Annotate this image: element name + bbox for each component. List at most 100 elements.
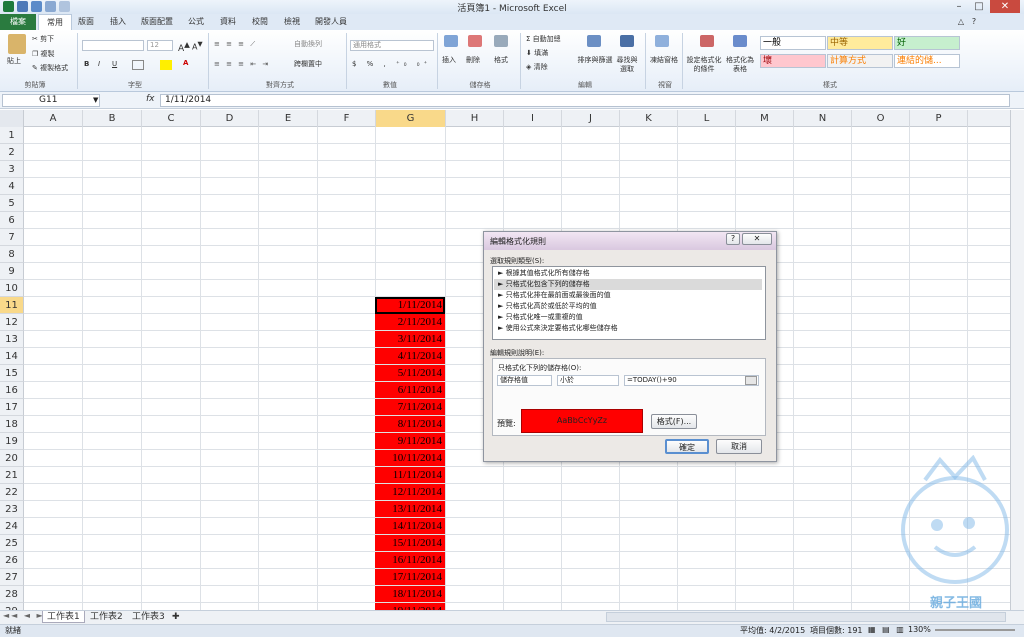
row-header-4[interactable]: 4 [0,178,24,195]
cell-g16[interactable]: 6/11/2014 [375,382,445,399]
tab-review[interactable]: 校閱 [250,14,270,30]
dialog-help-button[interactable]: ? [726,233,740,245]
help-icon[interactable]: ? [968,14,980,30]
row-header-10[interactable]: 10 [0,280,24,297]
select-all-corner[interactable] [0,110,24,127]
row-header-16[interactable]: 16 [0,382,24,399]
name-box[interactable]: G11 [2,94,100,107]
cell-g13[interactable]: 3/11/2014 [375,331,445,348]
font-color-icon[interactable]: A [183,59,188,68]
row-header-9[interactable]: 9 [0,263,24,280]
row-header-15[interactable]: 15 [0,365,24,382]
format-button[interactable]: 格式(F)... [651,414,697,429]
row-header-19[interactable]: 19 [0,433,24,450]
cell-g25[interactable]: 15/11/2014 [375,535,445,552]
column-header-a[interactable]: A [24,110,83,127]
delete-cells-icon[interactable] [468,35,482,47]
tab-layout[interactable]: 版面 [76,14,96,30]
column-header-e[interactable]: E [259,110,318,127]
copy-button[interactable]: ❐ 複製 [32,50,55,59]
column-header-c[interactable]: C [142,110,201,127]
font-size-combo[interactable]: 12 [147,40,173,51]
freeze-panes-icon[interactable] [655,35,669,47]
tab-file[interactable]: 檔案 [0,14,36,30]
ok-button[interactable]: 確定 [665,439,709,454]
wrap-text-button[interactable]: 自動換列 [294,40,322,49]
tab-view[interactable]: 檢視 [282,14,302,30]
cell-g28[interactable]: 18/11/2014 [375,586,445,603]
cell-g23[interactable]: 13/11/2014 [375,501,445,518]
tab-developer[interactable]: 開發人員 [314,14,348,30]
row-header-6[interactable]: 6 [0,212,24,229]
style-bad[interactable]: 壞 [760,54,826,68]
column-header-o[interactable]: O [852,110,910,127]
paste-button[interactable]: 貼上 [7,57,21,66]
row-header-20[interactable]: 20 [0,450,24,467]
row-header-24[interactable]: 24 [0,518,24,535]
grow-font-icon[interactable]: A▲ [178,40,190,54]
border-icon[interactable] [132,60,144,70]
row-header-1[interactable]: 1 [0,127,24,144]
insert-cells-icon[interactable] [444,35,458,47]
tab-data[interactable]: 資料 [218,14,238,30]
column-header-n[interactable]: N [794,110,852,127]
row-header-23[interactable]: 23 [0,501,24,518]
cell-g18[interactable]: 8/11/2014 [375,416,445,433]
style-linked-cell[interactable]: 連結的儲... [894,54,960,68]
dialog-close-icon[interactable]: ✕ [742,233,772,245]
tab-page-layout[interactable]: 版面配置 [140,14,174,30]
row-header-26[interactable]: 26 [0,552,24,569]
format-as-table-button[interactable]: 格式化為表格 [724,56,756,74]
maximize-icon[interactable]: □ [970,0,988,13]
find-select-button[interactable]: 尋找與選取 [614,56,640,74]
row-header-5[interactable]: 5 [0,195,24,212]
rule-type-item[interactable]: ► 只格式化高於或低於平均的值 [494,301,762,312]
rule-type-item[interactable]: ► 只格式化唯一或重複的值 [494,312,762,323]
cell-g12[interactable]: 2/11/2014 [375,314,445,331]
close-icon[interactable]: ✕ [990,0,1020,13]
italic-icon[interactable]: I [98,60,100,69]
row-header-25[interactable]: 25 [0,535,24,552]
column-header-k[interactable]: K [620,110,678,127]
cell-g27[interactable]: 17/11/2014 [375,569,445,586]
number-format-combo[interactable]: 通用格式 [350,40,434,51]
row-header-8[interactable]: 8 [0,246,24,263]
paste-icon[interactable] [8,34,26,54]
conditional-format-icon[interactable] [700,35,714,47]
value-input[interactable]: =TODAY()+90 [624,375,759,386]
align-top-icons[interactable]: ≡ ≡ ≡ ⟋ [214,40,257,49]
operator-select[interactable]: 小於 [557,375,619,386]
row-header-2[interactable]: 2 [0,144,24,161]
autosum-button[interactable]: Σ 自動加總 [526,35,561,44]
rule-type-item[interactable]: ► 只格式化排在最前面或最後面的值 [494,290,762,301]
cell-g22[interactable]: 12/11/2014 [375,484,445,501]
row-header-18[interactable]: 18 [0,416,24,433]
cancel-button[interactable]: 取消 [716,439,762,454]
tab-formulas[interactable]: 公式 [186,14,206,30]
view-mode-icons[interactable]: ▦ ▤ ▥ [868,625,906,634]
formula-input[interactable]: 1/11/2014 [160,94,1010,107]
row-header-17[interactable]: 17 [0,399,24,416]
condition-type-select[interactable]: 儲存格值 [497,375,552,386]
range-picker-icon[interactable] [745,376,757,385]
align-left-icons[interactable]: ≡ ≡ ≡ ⇤ ⇥ [214,60,270,69]
underline-icon[interactable]: U [112,60,117,69]
conditional-format-button[interactable]: 設定格式化的條件 [686,56,722,74]
column-header-g[interactable]: G [376,110,446,127]
insert-sheet-icon[interactable]: ✚ [168,611,184,623]
cell-g17[interactable]: 7/11/2014 [375,399,445,416]
format-cells-button[interactable]: 格式 [494,56,508,65]
cell-g24[interactable]: 14/11/2014 [375,518,445,535]
cut-button[interactable]: ✂ 剪下 [32,35,54,44]
style-good[interactable]: 好 [894,36,960,50]
column-header-j[interactable]: J [562,110,620,127]
style-neutral[interactable]: 中等 [827,36,893,50]
column-header-l[interactable]: L [678,110,736,127]
row-header-22[interactable]: 22 [0,484,24,501]
style-normal[interactable]: 一般 [760,36,826,50]
column-header-h[interactable]: H [446,110,504,127]
insert-cells-button[interactable]: 插入 [442,56,456,65]
format-as-table-icon[interactable] [733,35,747,47]
row-header-7[interactable]: 7 [0,229,24,246]
style-calculation[interactable]: 計算方式 [827,54,893,68]
